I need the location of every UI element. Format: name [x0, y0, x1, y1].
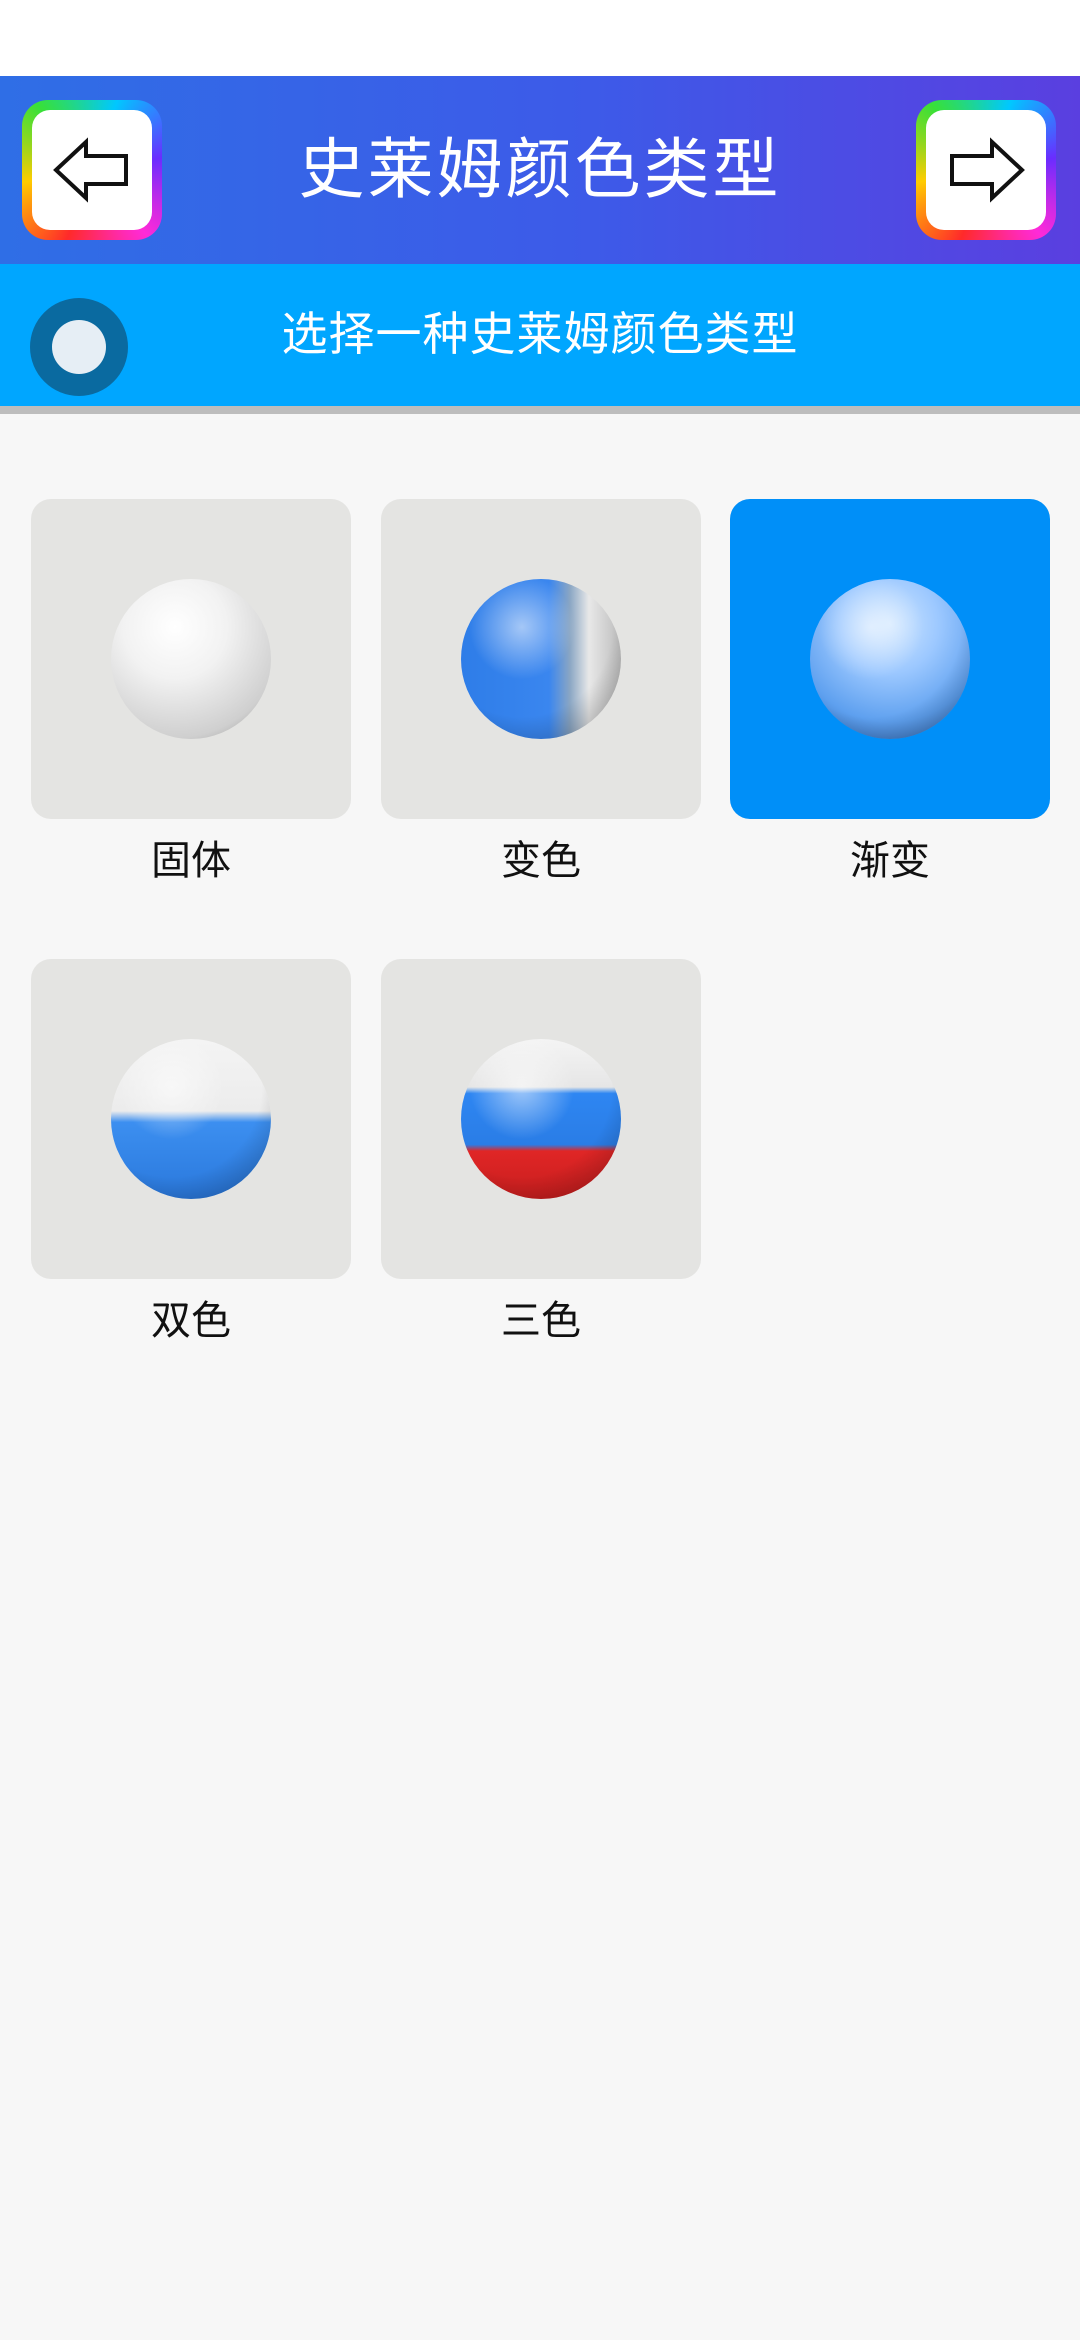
option-tile-selected — [730, 499, 1050, 819]
option-label: 三色 — [501, 1298, 581, 1344]
option-two-color[interactable]: 双色 — [31, 959, 351, 1344]
arrow-right-icon — [950, 137, 1025, 203]
option-color-change[interactable]: 变色 — [381, 499, 701, 884]
section-header: 选择一种史莱姆颜色类型 — [0, 264, 1080, 406]
option-gradient[interactable]: 渐变 — [730, 499, 1050, 884]
option-three-color[interactable]: 三色 — [381, 959, 701, 1344]
status-bar — [0, 0, 1080, 76]
option-label: 双色 — [151, 1298, 231, 1344]
next-button-face — [926, 110, 1046, 230]
option-tile — [381, 959, 701, 1279]
option-label: 固体 — [151, 838, 231, 884]
option-solid[interactable]: 固体 — [31, 499, 351, 884]
option-tile — [31, 499, 351, 819]
next-button[interactable] — [916, 100, 1056, 240]
three-color-ball-icon — [461, 1039, 621, 1199]
two-color-ball-icon — [111, 1039, 271, 1199]
option-tile — [31, 959, 351, 1279]
option-label: 渐变 — [850, 838, 930, 884]
color-change-ball-icon — [461, 579, 621, 739]
solid-ball-icon — [111, 579, 271, 739]
top-header: 史莱姆颜色类型 — [0, 76, 1080, 264]
option-tile — [381, 499, 701, 819]
option-label: 变色 — [501, 838, 581, 884]
divider — [0, 406, 1080, 414]
section-title: 选择一种史莱姆颜色类型 — [281, 307, 799, 361]
gradient-ball-icon — [810, 579, 970, 739]
